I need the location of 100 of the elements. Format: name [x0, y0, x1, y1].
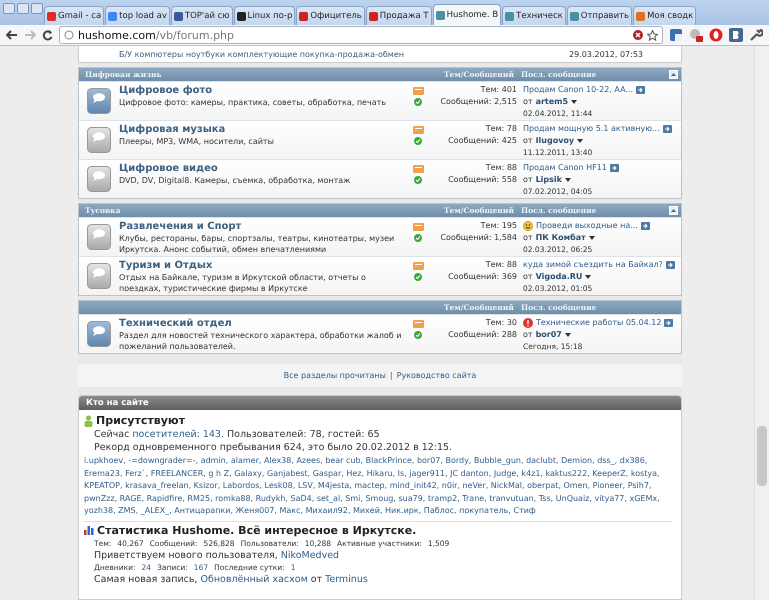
username-link[interactable]: bor07, [416, 456, 443, 465]
star-icon[interactable] [647, 30, 658, 40]
username-link[interactable]: k4z1, [521, 468, 543, 478]
username-link[interactable]: artem5 [536, 96, 568, 108]
entry-link[interactable]: Обновлённый хасхом [200, 574, 308, 584]
username-link[interactable]: Rapidfire, [146, 494, 185, 502]
username-link[interactable]: KPEATOP, [84, 481, 123, 490]
username-link[interactable]: Hikaru, [366, 468, 396, 478]
last-post-link[interactable]: Технические работы 05.04.12 [536, 317, 662, 329]
username-link[interactable]: i.upkhoev, [84, 456, 126, 465]
username-link[interactable]: g h Z, [208, 468, 232, 478]
username-link[interactable]: Bubble_gun, [474, 456, 524, 465]
username-link[interactable]: Антицарапки, [174, 506, 233, 515]
footer-link[interactable]: Руководство сайта [396, 371, 476, 380]
username-link[interactable]: Demion, [561, 456, 595, 465]
username-link[interactable]: Ник.ирк, [385, 506, 422, 515]
username-link[interactable]: pwnZzz, [84, 494, 118, 502]
browser-tab[interactable]: Linux по-р [234, 6, 296, 25]
username-link[interactable]: Psih7, [628, 481, 652, 490]
username-link[interactable]: yozh38, [84, 506, 116, 515]
username-link[interactable]: sua79, [398, 494, 426, 502]
forum-title[interactable]: Цифровая музыка [119, 124, 411, 135]
translate-icon[interactable] [669, 28, 683, 42]
username-link[interactable]: kostya, [630, 468, 660, 478]
username-link[interactable]: NikoMedved [280, 550, 340, 560]
username-link[interactable]: Is, [398, 468, 407, 478]
go-to-post-icon[interactable] [662, 125, 672, 133]
username-link[interactable]: mactep, [354, 481, 388, 490]
username-link[interactable]: tramp2, [428, 494, 460, 502]
go-to-post-icon[interactable] [640, 222, 650, 230]
username-link[interactable]: Terminus [325, 574, 368, 584]
username-link[interactable]: Lipsik [536, 174, 562, 186]
username-link[interactable]: SaD4, [290, 494, 314, 502]
username-link[interactable]: Ksizor, [194, 481, 220, 490]
username-link[interactable]: Galaxy, [234, 468, 264, 478]
username-link[interactable]: -=downgrader=-, [128, 456, 198, 465]
forum-title[interactable]: Технический отдел [119, 318, 411, 329]
username-link[interactable]: Ganjabest, [267, 468, 310, 478]
stop-icon[interactable] [633, 30, 643, 40]
username-link[interactable]: Labordos, [222, 481, 262, 490]
last-post-link[interactable]: Проведи выходные на... [536, 220, 638, 232]
username-link[interactable]: daclubt, [526, 456, 559, 465]
caret-icon[interactable] [564, 333, 571, 337]
last-post-link[interactable]: куда зимой съездить на Байкал? [523, 259, 663, 271]
go-to-post-icon[interactable] [666, 261, 675, 269]
username-link[interactable]: UnQuaiz, [556, 494, 592, 502]
collapse-icon[interactable] [669, 70, 678, 79]
username-link[interactable]: Hez, [346, 468, 364, 478]
scrollbar-thumb[interactable] [757, 426, 767, 486]
username-link[interactable]: Макс, [280, 506, 304, 515]
username-link[interactable]: ZMS, [118, 506, 138, 515]
caret-icon[interactable] [585, 275, 592, 279]
browser-tab[interactable]: Продажа Т [366, 6, 432, 25]
username-link[interactable]: kaktus222, [546, 468, 590, 478]
username-link[interactable]: bor07 [536, 329, 562, 341]
username-link[interactable]: krasava_freelan, [125, 481, 192, 490]
forum-title[interactable]: Туризм и Отдых [119, 260, 411, 271]
username-link[interactable]: LSV, [298, 481, 316, 490]
forum-title[interactable]: Цифровое видео [119, 163, 411, 174]
username-link[interactable]: _ALEX_, [140, 506, 172, 515]
browser-tab[interactable]: Техническ [502, 6, 566, 25]
username-link[interactable]: Judge, [494, 468, 519, 478]
username-link[interactable]: tranvutuan, [489, 494, 536, 502]
username-link[interactable]: Pioneer, [592, 481, 626, 490]
username-link[interactable]: BlackPrince, [366, 456, 414, 465]
browser-tab[interactable]: Gmail - ca [44, 6, 104, 25]
wrench-icon[interactable] [749, 28, 763, 42]
username-link[interactable]: set_al, [316, 494, 343, 502]
collapse-icon[interactable] [669, 206, 678, 215]
username-link[interactable]: Gaspar, [312, 468, 344, 478]
username-link[interactable]: xGEMx, [629, 494, 660, 502]
username-link[interactable]: Михаил92, [306, 506, 350, 515]
username-link[interactable]: Omen, [563, 481, 590, 490]
username-link[interactable]: admin, [200, 456, 228, 465]
forum-title[interactable]: Цифровое фото [119, 85, 411, 96]
visitors-link[interactable]: посетителей: 143 [132, 429, 221, 440]
browser-tab[interactable]: top load av [105, 6, 170, 25]
go-to-post-icon[interactable] [636, 86, 646, 94]
username-link[interactable]: Rudykh, [256, 494, 288, 502]
reload-icon[interactable] [42, 30, 53, 40]
last-post-link[interactable]: Продам мощную 5.1 активную... [523, 123, 660, 135]
username-link[interactable]: M4jesta, [318, 481, 352, 490]
username-link[interactable]: romka88, [215, 494, 254, 502]
username-link[interactable]: neVer, [462, 481, 488, 490]
username-link[interactable]: ПК Комбат [536, 232, 586, 244]
username-link[interactable]: jager911, [409, 468, 448, 478]
username-link[interactable]: Михей, [352, 506, 382, 515]
close-button[interactable] [3, 3, 15, 14]
browser-tab[interactable]: Моя сводк [633, 6, 696, 25]
caret-icon[interactable] [577, 139, 584, 143]
username-link[interactable]: dx386, [620, 456, 648, 465]
username-link[interactable]: RM25, [187, 494, 213, 502]
caret-icon[interactable] [564, 178, 571, 182]
username-link[interactable]: oberpat, [527, 481, 561, 490]
username-link[interactable]: Женя007, [236, 506, 277, 515]
username-link[interactable]: Lesk08, [264, 481, 296, 490]
username-link[interactable]: покупатель, [459, 506, 511, 515]
username-link[interactable]: RAGE, [120, 494, 144, 502]
username-link[interactable]: Bordy, [445, 456, 472, 465]
go-to-post-icon[interactable] [610, 164, 619, 172]
